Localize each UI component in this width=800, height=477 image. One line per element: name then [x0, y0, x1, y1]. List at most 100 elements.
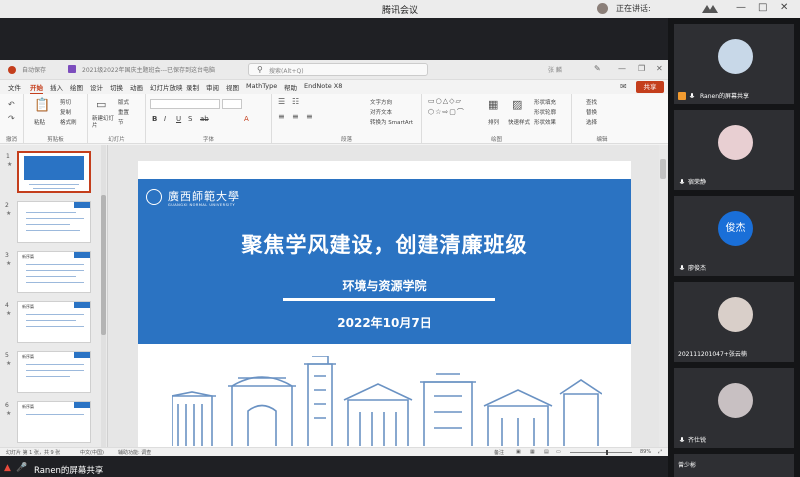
tab-view[interactable]: 视图	[226, 82, 239, 92]
underline-button[interactable]: U	[176, 115, 181, 123]
editor-scrollbar[interactable]	[659, 145, 667, 447]
shape-fill-button[interactable]: 形状填充	[534, 98, 556, 106]
section-button[interactable]: 节	[118, 118, 124, 126]
select-button[interactable]: 选择	[586, 118, 597, 126]
align-text-button[interactable]: 对齐文本	[370, 108, 392, 116]
participant-tile[interactable]: 俊杰 廖俊杰	[674, 196, 794, 276]
share-button[interactable]: 共享	[636, 81, 664, 93]
align-left-icon[interactable]: ≡	[278, 112, 285, 121]
bold-button[interactable]: B	[152, 115, 157, 123]
reading-view-icon[interactable]: ▤	[544, 449, 549, 455]
slide-thumbnail-1[interactable]: 1 ★	[6, 151, 91, 193]
tab-endnote[interactable]: EndNote X8	[304, 82, 342, 90]
zoom-slider-knob[interactable]	[606, 450, 608, 455]
font-name-select[interactable]	[150, 99, 220, 109]
thumb-header: 新序篇	[22, 354, 34, 359]
thumbnail-scrollbar[interactable]	[101, 145, 106, 447]
align-right-icon[interactable]: ≡	[306, 112, 313, 121]
zoom-level[interactable]: 89%	[640, 449, 651, 455]
tab-design[interactable]: 设计	[90, 82, 103, 92]
tab-draw[interactable]: 绘图	[70, 82, 83, 92]
numbering-icon[interactable]: ☷	[292, 97, 299, 106]
maximize-button[interactable]: □	[758, 2, 767, 14]
paragraph-group: ☰ ☷ ≡ ≡ ≡ 文字方向 对齐文本 转换为 SmartArt 段落	[272, 94, 422, 144]
shape-outline-button[interactable]: 形状轮廓	[534, 108, 556, 116]
participant-tile[interactable]: Ranen的屏幕共享	[674, 24, 794, 104]
quick-styles-icon[interactable]: ▨	[512, 98, 522, 111]
strikethrough-button[interactable]: ab	[200, 115, 209, 123]
find-button[interactable]: 查找	[586, 98, 597, 106]
shapes-gallery-row2[interactable]: ⬡☆⇨▢⌒	[428, 107, 465, 117]
slide-thumbnail-5[interactable]: 5 ★ 新序篇	[5, 351, 91, 393]
new-slide-button[interactable]: 新建幻灯片	[92, 116, 114, 130]
autosave-toggle[interactable]: 自动保存	[22, 65, 46, 74]
minimize-button[interactable]: —	[736, 2, 746, 14]
pen-icon[interactable]: ✎	[594, 64, 601, 73]
replace-button[interactable]: 替换	[586, 108, 597, 116]
save-icon[interactable]	[68, 65, 76, 73]
format-painter-button[interactable]: 格式刷	[60, 118, 77, 126]
minimize-icon[interactable]: —	[618, 64, 626, 73]
smartart-button[interactable]: 转换为 SmartArt	[370, 118, 413, 126]
copy-button[interactable]: 复制	[60, 108, 71, 116]
notes-button[interactable]: 备注	[494, 449, 504, 456]
participant-tile[interactable]: 202111201047+张云楠	[674, 282, 794, 362]
quick-styles-button[interactable]: 快速样式	[508, 118, 530, 126]
undo-icon[interactable]: ↶	[8, 100, 15, 109]
fit-slide-icon[interactable]: ⤢	[658, 449, 662, 455]
font-color-button[interactable]: A	[244, 115, 249, 123]
tab-help[interactable]: 帮助	[284, 82, 297, 92]
tab-animations[interactable]: 动画	[130, 82, 143, 92]
layout-button[interactable]: 版式	[118, 98, 129, 106]
user-name[interactable]: 张 麟	[548, 65, 562, 74]
paste-button[interactable]: 粘贴	[34, 118, 45, 126]
tab-review[interactable]: 审阅	[206, 82, 219, 92]
arrange-icon[interactable]: ▦	[488, 98, 498, 111]
bullets-icon[interactable]: ☰	[278, 97, 285, 106]
participant-tile[interactable]: 曾少彬	[674, 454, 794, 477]
restore-icon[interactable]: ❐	[638, 64, 645, 73]
normal-view-icon[interactable]: ▣	[516, 449, 521, 455]
paste-icon[interactable]: 📋	[34, 98, 50, 113]
slide-thumbnail-3[interactable]: 3 ★ 新序篇	[5, 251, 91, 293]
participant-tile[interactable]: 齐仕锐	[674, 368, 794, 448]
slide-thumbnail-2[interactable]: 2 ★	[5, 201, 91, 243]
participant-tile[interactable]: 宿荣静	[674, 110, 794, 190]
close-button[interactable]: ✕	[780, 2, 788, 14]
tab-transitions[interactable]: 切换	[110, 82, 123, 92]
accessibility-indicator[interactable]: 辅助功能: 调查	[118, 449, 151, 456]
shadow-button[interactable]: S	[188, 115, 192, 123]
scrollbar-thumb[interactable]	[101, 195, 106, 335]
thumb-header: 新序篇	[22, 304, 34, 309]
thumb-corner	[74, 202, 90, 208]
arrange-button[interactable]: 排列	[488, 118, 499, 126]
sorter-view-icon[interactable]: ▦	[530, 449, 535, 455]
slideshow-view-icon[interactable]: ▭	[556, 449, 561, 455]
tab-home[interactable]: 开始	[30, 82, 43, 94]
text-direction-button[interactable]: 文字方向	[370, 98, 392, 106]
cut-button[interactable]: 剪切	[60, 98, 71, 106]
tab-insert[interactable]: 插入	[50, 82, 63, 92]
zoom-slider[interactable]	[570, 452, 632, 453]
language-indicator[interactable]: 中文(中国)	[80, 449, 104, 456]
comments-icon[interactable]: ✉	[620, 82, 627, 91]
thumb-line	[26, 270, 84, 271]
tab-slideshow[interactable]: 幻灯片放映	[150, 82, 183, 92]
search-box[interactable]: ⚲ 搜索(Alt+Q)	[248, 63, 428, 76]
shapes-gallery[interactable]: ▭○△◇▱	[428, 97, 462, 105]
slide-thumbnail-4[interactable]: 4 ★ 新序篇	[5, 301, 91, 343]
new-slide-icon[interactable]: ▭	[96, 98, 106, 111]
reset-button[interactable]: 重置	[118, 108, 129, 116]
italic-button[interactable]: I	[164, 115, 166, 123]
tab-file[interactable]: 文件	[8, 82, 21, 92]
align-center-icon[interactable]: ≡	[292, 112, 299, 121]
close-icon[interactable]: ✕	[656, 64, 663, 73]
shape-effects-button[interactable]: 形状效果	[534, 118, 556, 126]
slide-thumbnail-6[interactable]: 6 ★ 新序篇	[5, 401, 91, 443]
tab-mathtype[interactable]: MathType	[246, 82, 277, 90]
redo-icon[interactable]: ↷	[8, 114, 15, 123]
current-slide[interactable]: 廣西師範大學 GUANGXI NORMAL UNIVERSITY 聚焦学风建设，…	[138, 161, 631, 447]
tab-record[interactable]: 录制	[186, 82, 199, 92]
scrollbar-thumb[interactable]	[660, 159, 666, 179]
font-size-select[interactable]	[222, 99, 242, 109]
